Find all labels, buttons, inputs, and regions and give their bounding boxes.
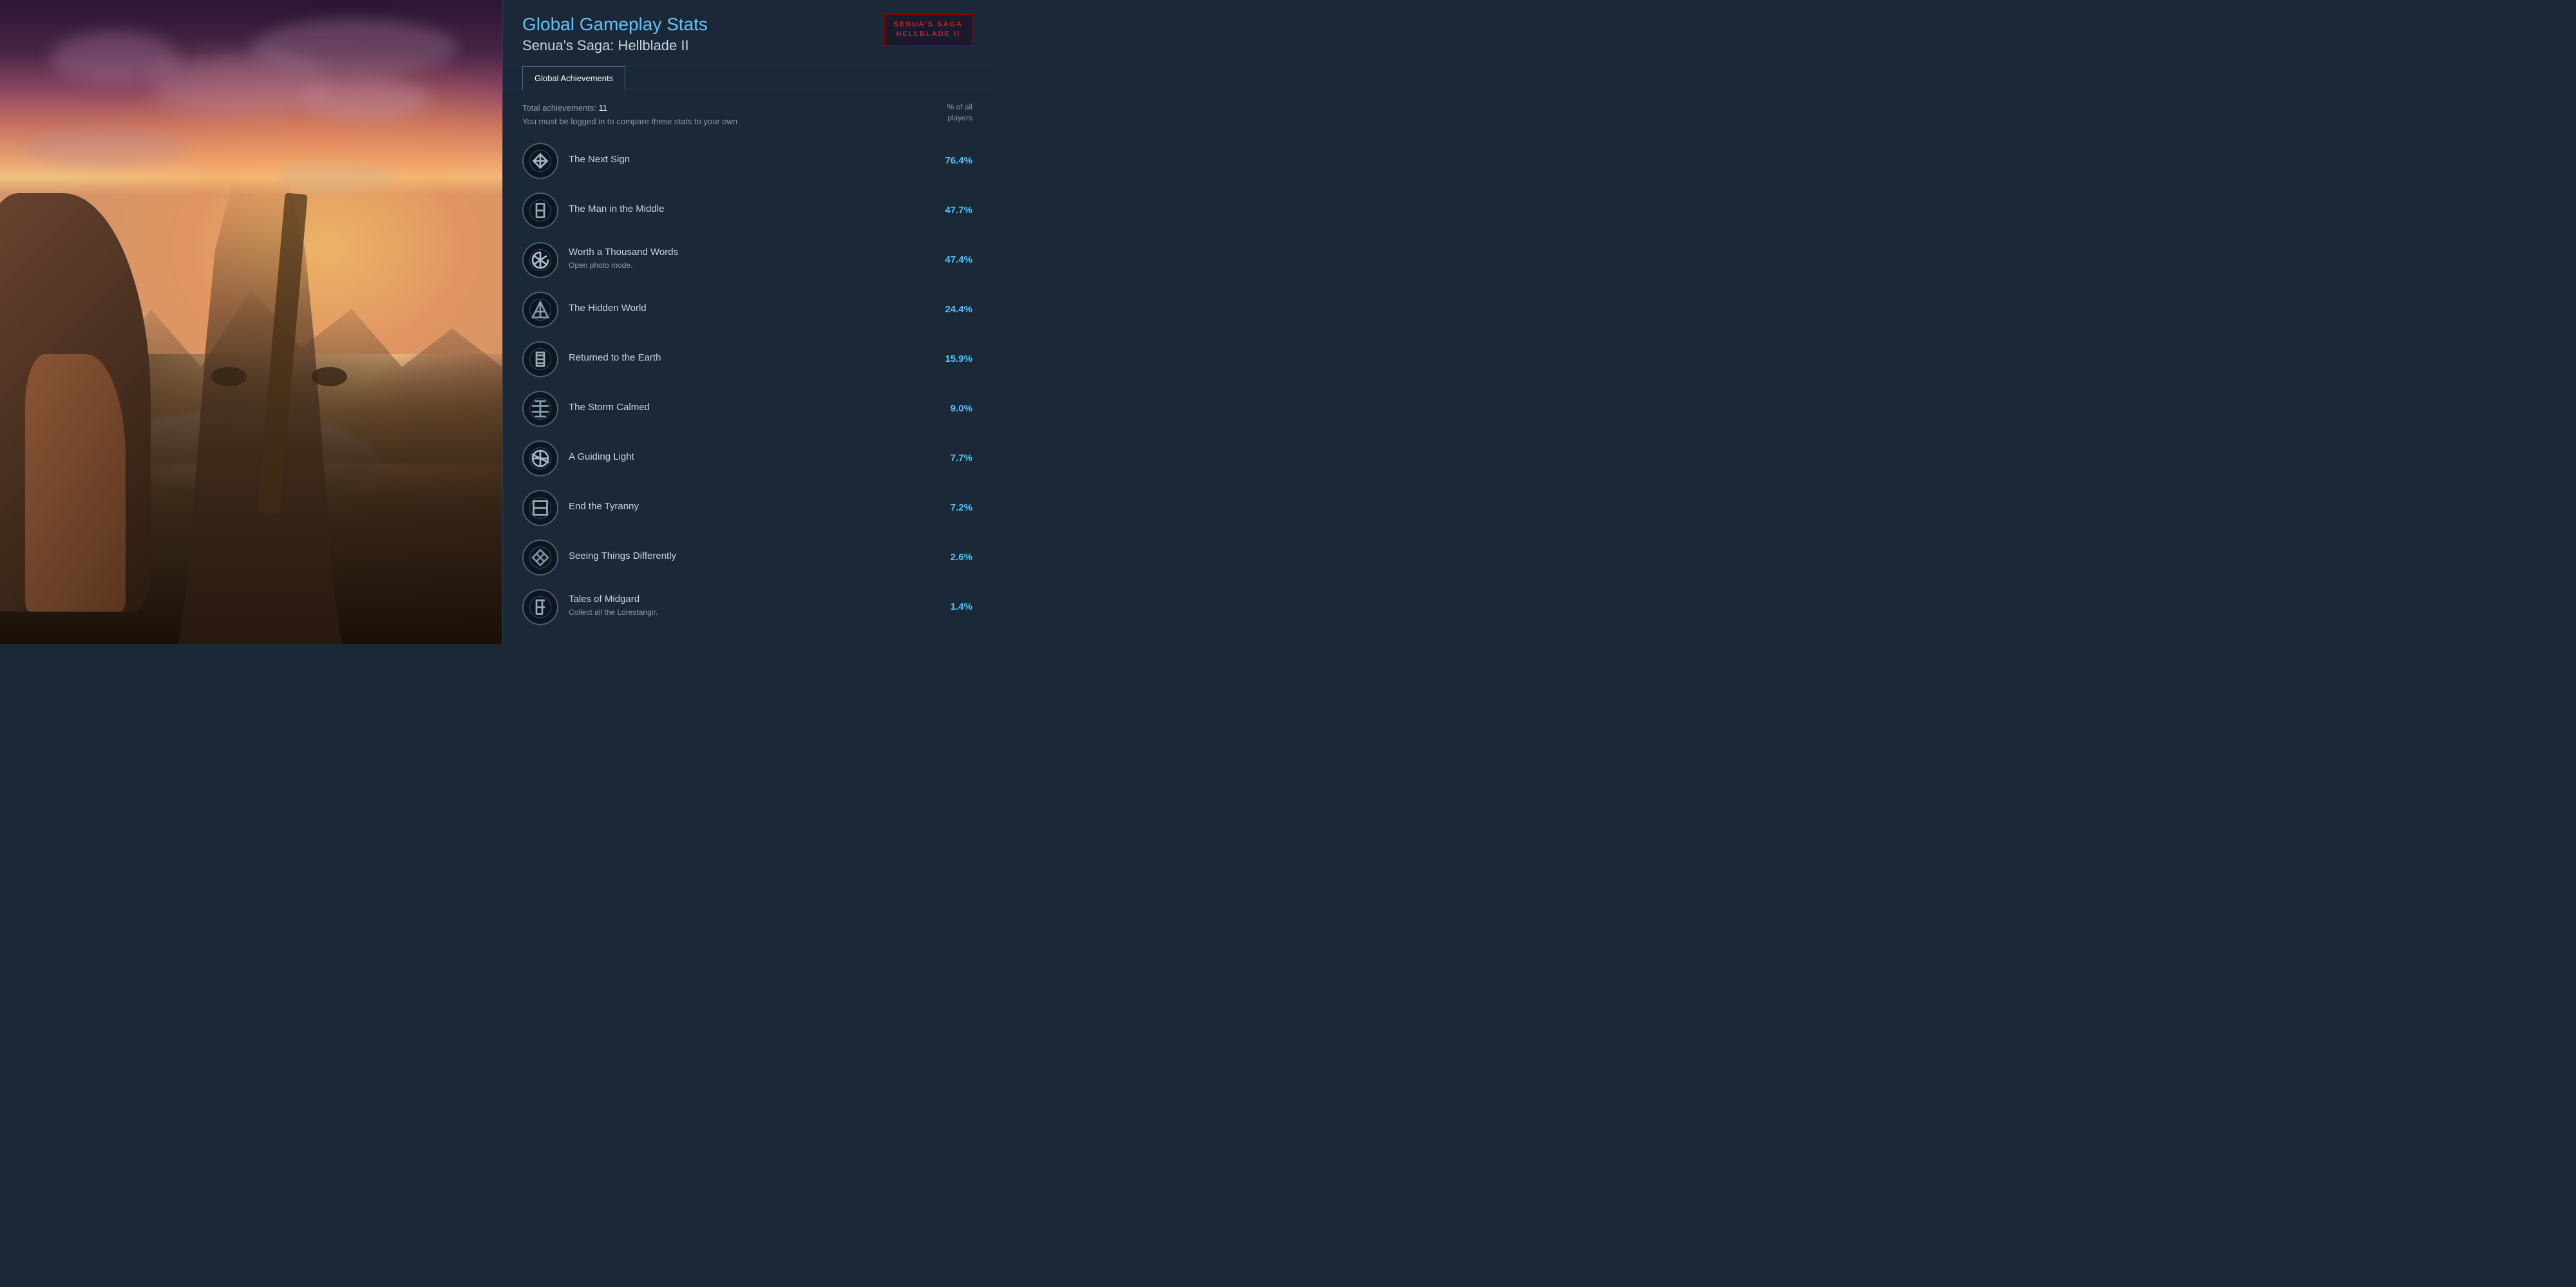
achievement-icon (522, 391, 558, 427)
tabs-bar: Global Achievements (503, 66, 992, 90)
achievement-icon (522, 292, 558, 328)
achievement-middle: End the Tyranny (569, 501, 927, 515)
achievement-middle: The Hidden World (569, 303, 927, 317)
achievement-icon (522, 490, 558, 526)
achievement-icon (522, 341, 558, 377)
total-label: Total achievements: (522, 103, 596, 113)
achievement-row: End the Tyranny 7.2% (516, 484, 979, 533)
achievement-name: Returned to the Earth (569, 352, 927, 363)
achievement-row: The Man in the Middle 47.7% (516, 186, 979, 236)
achievement-name: Seeing Things Differently (569, 550, 927, 561)
page-title: Global Gameplay Stats (522, 14, 708, 35)
total-achievements-line: Total achievements: 11 (522, 102, 737, 115)
achievement-middle: The Man in the Middle (569, 203, 927, 218)
achievement-middle: Seeing Things Differently (569, 550, 927, 565)
logo-text-2: Hellblade II (894, 30, 963, 39)
achievement-percent: 76.4% (937, 155, 972, 166)
achievement-description: Open photo mode. (569, 261, 927, 270)
achievement-middle: Tales of Midgard Collect all the Loresta… (569, 594, 927, 620)
achievement-name: Worth a Thousand Words (569, 247, 927, 258)
achievement-name: The Hidden World (569, 303, 927, 314)
game-name: Senua's Saga: Hellblade II (522, 37, 708, 54)
achievement-description: Collect all the Lorestangir. (569, 608, 927, 617)
achievement-icon (522, 242, 558, 278)
achievement-row: The Storm Calmed 9.0% (516, 384, 979, 434)
achievement-row: A Guiding Light 7.7% (516, 434, 979, 484)
achievement-percent: 9.0% (937, 403, 972, 414)
achievement-row: Returned to the Earth 15.9% (516, 335, 979, 384)
achievement-percent: 1.4% (937, 601, 972, 612)
achievement-row: Worth a Thousand Words Open photo mode. … (516, 236, 979, 285)
login-note: You must be logged in to compare these s… (522, 115, 737, 129)
achievement-middle: A Guiding Light (569, 451, 927, 465)
stats-panel: Global Gameplay Stats Senua's Saga: Hell… (502, 0, 992, 644)
achievement-row: Seeing Things Differently 2.6% (516, 533, 979, 583)
achievement-icon (522, 143, 558, 179)
achievement-icon (522, 440, 558, 476)
achievements-list[interactable]: The Next Sign 76.4% The Man in the Middl… (503, 136, 992, 644)
achievement-percent: 2.6% (937, 552, 972, 563)
achievement-name: End the Tyranny (569, 501, 927, 512)
achievement-middle: The Next Sign (569, 154, 927, 168)
achievement-middle: Returned to the Earth (569, 352, 927, 366)
stats-info-text: Total achievements: 11 You must be logge… (522, 102, 737, 129)
achievement-middle: The Storm Calmed (569, 402, 927, 416)
header-text: Global Gameplay Stats Senua's Saga: Hell… (522, 14, 708, 54)
achievement-name: A Guiding Light (569, 451, 927, 462)
achievement-icon (522, 193, 558, 229)
total-count: 11 (599, 103, 608, 113)
column-header: % of all players (947, 102, 972, 124)
achievement-middle: Worth a Thousand Words Open photo mode. (569, 247, 927, 273)
page-header: Global Gameplay Stats Senua's Saga: Hell… (503, 0, 992, 66)
game-logo: Senua's Saga Hellblade II (884, 14, 972, 46)
achievement-name: Tales of Midgard (569, 594, 927, 605)
achievement-percent: 47.7% (937, 205, 972, 216)
achievement-icon (522, 540, 558, 576)
achievement-name: The Next Sign (569, 154, 927, 165)
achievement-row: The Next Sign 76.4% (516, 136, 979, 186)
achievement-row: The Hidden World 24.4% (516, 285, 979, 335)
achievement-percent: 7.2% (937, 502, 972, 513)
achievement-percent: 47.4% (937, 254, 972, 265)
achievement-name: The Storm Calmed (569, 402, 927, 413)
achievement-icon (522, 589, 558, 625)
achievement-percent: 15.9% (937, 353, 972, 364)
tab-global-achievements[interactable]: Global Achievements (522, 66, 625, 90)
achievement-percent: 7.7% (937, 453, 972, 464)
achievement-row: Tales of Midgard Collect all the Loresta… (516, 583, 979, 632)
achievement-percent: 24.4% (937, 304, 972, 315)
stats-summary: Total achievements: 11 You must be logge… (503, 90, 992, 136)
achievement-name: The Man in the Middle (569, 203, 927, 214)
logo-text-1: Senua's Saga (894, 20, 963, 30)
game-screenshot (0, 0, 502, 644)
